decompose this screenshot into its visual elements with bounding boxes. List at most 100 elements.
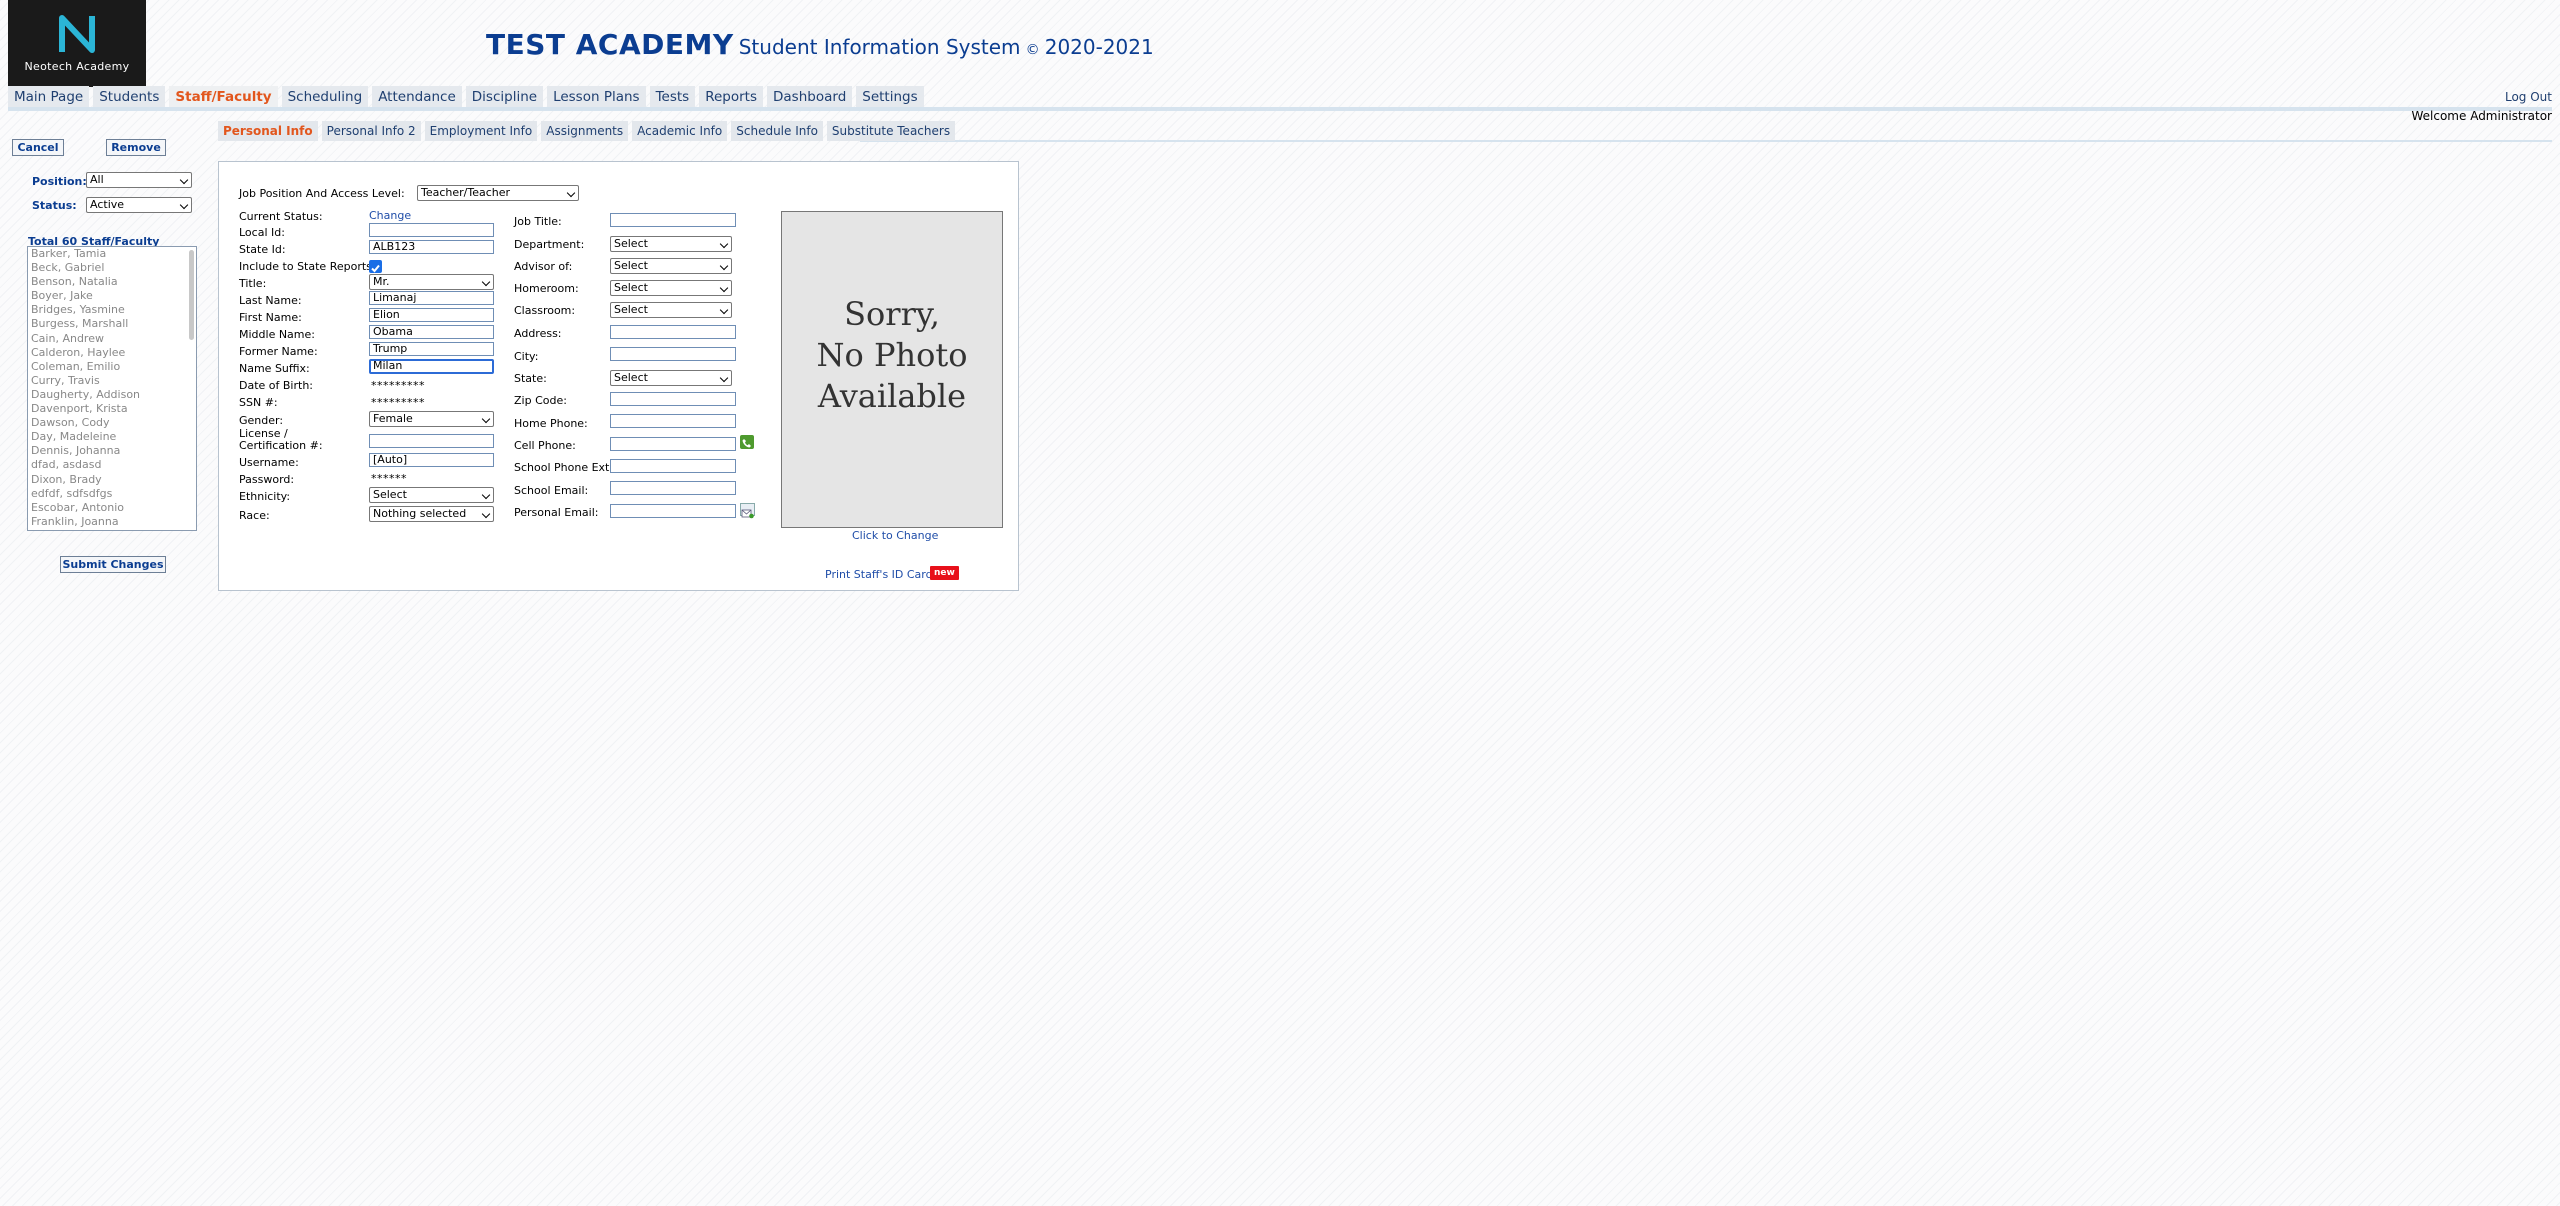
state-id-input[interactable]: ALB123 [369,240,494,254]
personal-info-panel: Job Position And Access Level: Teacher/T… [218,161,1019,591]
middle-name-input[interactable]: Obama [369,325,494,339]
phone-call-icon[interactable] [740,435,754,449]
phone-glyph-icon [742,439,751,448]
school-name: TEST ACADEMY [486,28,734,61]
staff-list-item[interactable]: Boyer, Jake [28,289,196,303]
staff-list-item[interactable]: Dixon, Brady [28,473,196,487]
tab-personal-info-2[interactable]: Personal Info 2 [321,121,421,141]
cell-phone-input[interactable] [610,437,736,451]
staff-list-item[interactable]: Cain, Andrew [28,332,196,346]
job-position-select[interactable]: Teacher/Teacher [417,185,579,201]
print-id-card-link[interactable]: Print Staff's ID Card [825,568,933,581]
title-label: Title: [239,277,267,290]
state-id-label: State Id: [239,243,286,256]
staff-list-item[interactable]: Calderon, Haylee [28,346,196,360]
submit-changes-button[interactable]: Submit Changes [60,556,166,573]
title-select[interactable]: Mr. [369,274,494,290]
cancel-button[interactable]: Cancel [12,139,64,156]
name-suffix-input[interactable]: Milan [369,359,494,374]
remove-button[interactable]: Remove [106,139,166,156]
welcome-text: Welcome Administrator [2411,109,2552,123]
tab-employment-info[interactable]: Employment Info [424,121,538,141]
local-id-input[interactable] [369,223,494,237]
personal-email-input[interactable] [610,504,736,518]
staff-list[interactable]: Barker, Tamia Beck, Gabriel Benson, Nata… [27,246,197,531]
staff-list-item[interactable]: Day, Madeleine [28,430,196,444]
nav-discipline[interactable]: Discipline [465,86,544,108]
staff-photo-placeholder[interactable]: Sorry, No Photo Available [781,211,1003,528]
ethnicity-label: Ethnicity: [239,490,291,503]
nav-settings[interactable]: Settings [856,86,924,108]
first-name-label: First Name: [239,311,302,324]
ssn-value[interactable]: ********* [371,396,425,409]
staff-list-item[interactable]: edfdf, sdfsdfgs [28,487,196,501]
home-phone-input[interactable] [610,414,736,428]
staff-list-item[interactable]: Escobar, Antonio [28,501,196,515]
staff-list-item[interactable]: Barker, Tamia [28,247,196,261]
tab-personal-info[interactable]: Personal Info [218,121,318,141]
nav-tests[interactable]: Tests [649,86,696,108]
username-input[interactable]: [Auto] [369,453,494,467]
school-phone-ext-input[interactable] [610,459,736,473]
staff-list-item[interactable]: Burgess, Marshall [28,317,196,331]
license-input[interactable] [369,434,494,448]
username-label: Username: [239,456,299,469]
state-select[interactable]: Select [610,370,732,386]
nav-attendance[interactable]: Attendance [372,86,462,108]
nav-students[interactable]: Students [93,86,166,108]
homeroom-label: Homeroom: [514,282,579,295]
change-status-link[interactable]: Change [369,209,411,222]
dob-value[interactable]: ********* [371,379,425,392]
job-position-label: Job Position And Access Level: [239,187,405,200]
staff-list-item[interactable]: Franklin, Joanna [28,515,196,529]
logout-link[interactable]: Log Out [2505,90,2552,104]
tab-substitute-teachers[interactable]: Substitute Teachers [826,121,956,141]
click-to-change-link[interactable]: Click to Change [852,529,938,542]
zip-input[interactable] [610,392,736,406]
job-title-input[interactable] [610,213,736,227]
city-input[interactable] [610,347,736,361]
tab-assignments[interactable]: Assignments [541,121,629,141]
ethnicity-select[interactable]: Select [369,487,494,503]
nav-dashboard[interactable]: Dashboard [767,86,853,108]
send-email-icon[interactable] [740,503,755,519]
gender-select[interactable]: Female [369,411,494,427]
include-state-reports-checkbox[interactable] [369,260,382,273]
advisor-select[interactable]: Select [610,258,732,274]
nav-staff-faculty[interactable]: Staff/Faculty [169,86,278,108]
homeroom-select[interactable]: Select [610,280,732,296]
password-value[interactable]: ****** [371,472,407,485]
former-name-input[interactable]: Trump [369,342,494,356]
race-label: Race: [239,509,270,522]
school-email-input[interactable] [610,481,736,495]
department-select[interactable]: Select [610,236,732,252]
staff-list-item[interactable]: Dennis, Johanna [28,444,196,458]
nav-scheduling[interactable]: Scheduling [281,86,369,108]
first-name-input[interactable]: Elion [369,308,494,322]
last-name-input[interactable]: Limanaj [369,291,494,305]
staff-list-item[interactable]: Davenport, Krista [28,402,196,416]
state-label: State: [514,372,547,385]
staff-list-item[interactable]: dfad, asdasd [28,458,196,472]
staff-list-item[interactable]: Beck, Gabriel [28,261,196,275]
home-phone-label: Home Phone: [514,417,588,430]
position-select[interactable]: All [86,172,192,188]
nav-lesson-plans[interactable]: Lesson Plans [547,86,646,108]
staff-list-item[interactable]: Dawson, Cody [28,416,196,430]
classroom-select[interactable]: Select [610,302,732,318]
staff-list-scrollbar[interactable] [189,250,194,340]
staff-list-item[interactable]: Coleman, Emilio [28,360,196,374]
nav-reports[interactable]: Reports [699,86,764,108]
staff-list-item[interactable]: Bridges, Yasmine [28,303,196,317]
address-input[interactable] [610,325,736,339]
race-select[interactable]: Nothing selected [369,506,494,522]
nav-main-page[interactable]: Main Page [8,86,90,108]
staff-list-item[interactable]: Daugherty, Addison [28,388,196,402]
status-select[interactable]: Active [86,197,192,213]
staff-list-item[interactable]: Curry, Travis [28,374,196,388]
classroom-label: Classroom: [514,304,576,317]
tab-academic-info[interactable]: Academic Info [632,121,728,141]
staff-list-item[interactable]: Benson, Natalia [28,275,196,289]
name-suffix-label: Name Suffix: [239,362,310,375]
tab-schedule-info[interactable]: Schedule Info [731,121,823,141]
